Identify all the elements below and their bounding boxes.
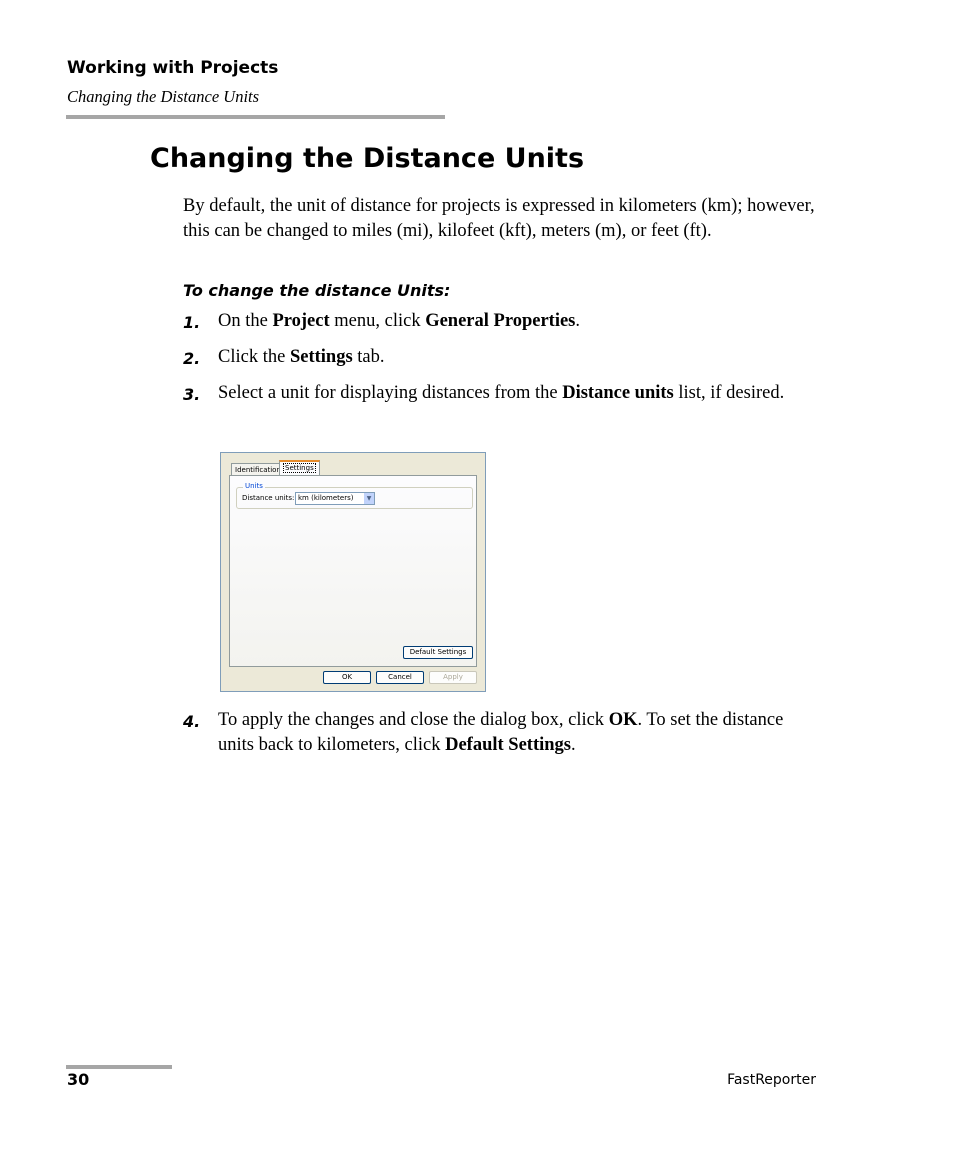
- step-text: To apply the changes and close the dialo…: [218, 710, 784, 755]
- page-title: Changing the Distance Units: [150, 143, 585, 174]
- step-1: 1. On the Project menu, click General Pr…: [183, 309, 823, 334]
- ok-button[interactable]: OK: [323, 671, 371, 684]
- settings-dialog-screenshot: Identification Settings Units Distance u…: [220, 452, 486, 692]
- step-4: 4. To apply the changes and close the di…: [183, 708, 823, 758]
- step-3: 3. Select a unit for displaying distance…: [183, 381, 823, 406]
- step-2: 2. Click the Settings tab.: [183, 345, 823, 370]
- distance-units-label: Distance units:: [242, 494, 295, 502]
- step-text: Click the Settings tab.: [218, 347, 385, 367]
- step-text: On the Project menu, click General Prope…: [218, 311, 581, 331]
- product-name: FastReporter: [727, 1072, 816, 1088]
- step-number: 3.: [183, 385, 201, 404]
- header-rule: [66, 115, 445, 119]
- chevron-down-icon[interactable]: ▼: [364, 493, 374, 504]
- distance-units-value: km (kilometers): [298, 494, 354, 502]
- intro-paragraph: By default, the unit of distance for pro…: [183, 196, 815, 241]
- units-group-label: Units: [243, 482, 265, 490]
- units-group: Units Distance units: km (kilometers) ▼: [236, 482, 473, 509]
- step-number: 1.: [183, 313, 201, 332]
- footer-rule: [66, 1065, 172, 1069]
- step-text: Select a unit for displaying distances f…: [218, 383, 785, 403]
- page-number: 30: [67, 1070, 90, 1089]
- step-number: 4.: [183, 712, 201, 731]
- settings-panel: Units Distance units: km (kilometers) ▼ …: [229, 475, 477, 667]
- procedure-title: To change the distance Units:: [183, 281, 451, 300]
- default-settings-button[interactable]: Default Settings: [403, 646, 473, 659]
- step-number: 2.: [183, 349, 201, 368]
- running-header-section: Changing the Distance Units: [67, 87, 260, 106]
- apply-button[interactable]: Apply: [429, 671, 477, 684]
- running-header-chapter: Working with Projects: [67, 58, 279, 78]
- cancel-button[interactable]: Cancel: [376, 671, 424, 684]
- distance-units-select[interactable]: km (kilometers) ▼: [295, 492, 375, 505]
